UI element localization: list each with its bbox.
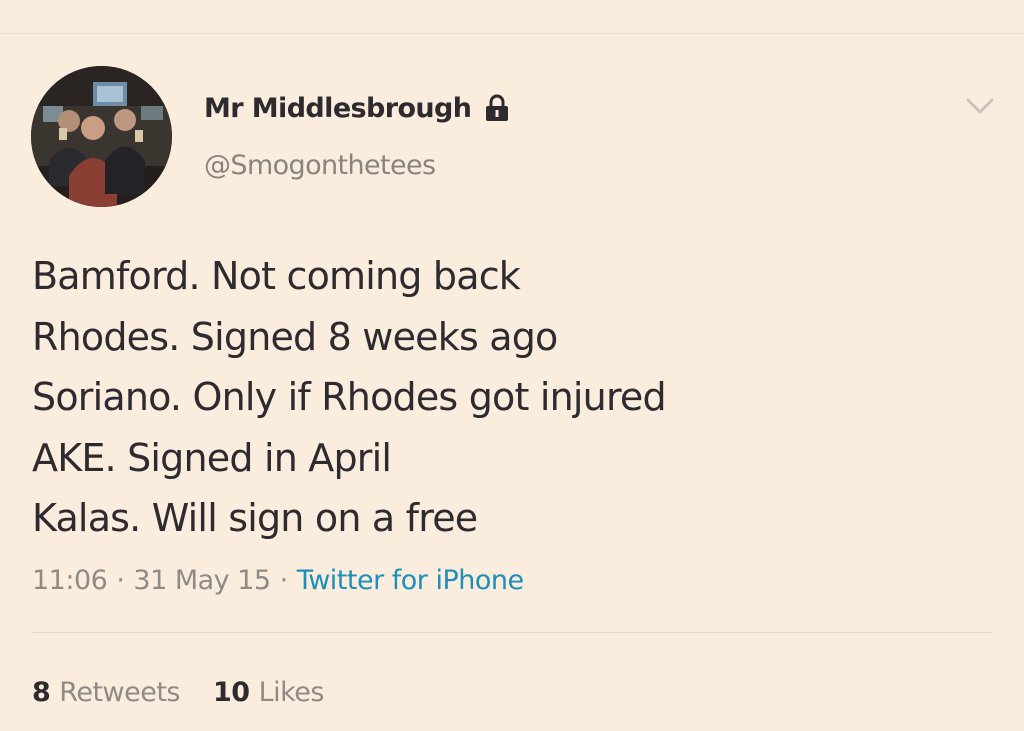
- display-name[interactable]: Mr Middlesbrough: [204, 93, 472, 124]
- retweets-stat[interactable]: 8 Retweets: [32, 676, 181, 708]
- avatar[interactable]: [31, 66, 172, 207]
- tweet-stats: 8 Retweets 10 Likes: [32, 672, 325, 712]
- tweet-date: 31 May 15: [133, 564, 271, 596]
- source-link[interactable]: Twitter for iPhone: [297, 565, 524, 596]
- retweets-label: Retweets: [59, 676, 181, 708]
- likes-label: Likes: [258, 676, 325, 708]
- author-row: Mr Middlesbrough: [204, 88, 510, 128]
- tweet-menu-button[interactable]: [958, 88, 1002, 124]
- chevron-down-icon: [966, 98, 994, 114]
- likes-count: 10: [213, 676, 250, 708]
- meta-separator: ·: [116, 564, 125, 596]
- meta-separator: ·: [279, 564, 289, 596]
- group-photo-avatar: [31, 66, 172, 207]
- tweet-line: Kalas. Will sign on a free: [32, 496, 478, 540]
- tweet-line: Bamford. Not coming back: [32, 254, 521, 298]
- lock-icon: [484, 94, 510, 122]
- tweet-line: Rhodes. Signed 8 weeks ago: [32, 314, 558, 359]
- tweet-text: Bamford. Not coming back Rhodes. Signed …: [32, 246, 992, 549]
- likes-stat[interactable]: 10 Likes: [213, 677, 324, 708]
- tweet-line: AKE. Signed in April: [32, 435, 392, 480]
- stats-divider: [32, 632, 993, 633]
- tweet-meta: 11:06 · 31 May 15 · Twitter for iPhone: [32, 560, 524, 600]
- retweets-count: 8: [32, 676, 51, 708]
- tweet-line: Soriano. Only if Rhodes got injured: [32, 375, 667, 419]
- user-handle[interactable]: @Smogonthetees: [204, 150, 436, 181]
- top-divider: [0, 33, 1024, 34]
- tweet-time: 11:06: [32, 564, 108, 596]
